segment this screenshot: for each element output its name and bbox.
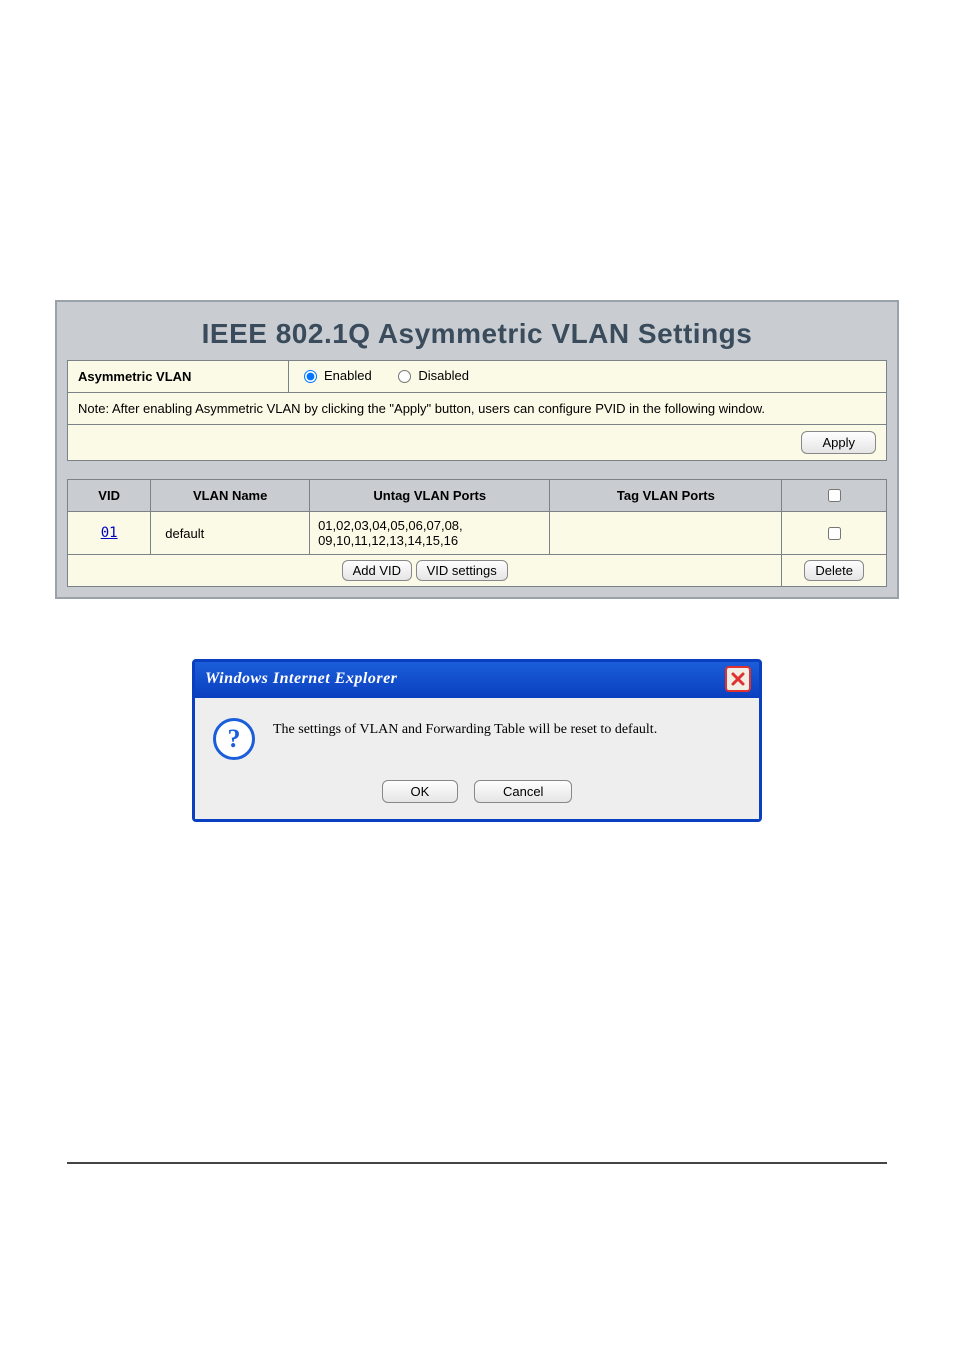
delete-button[interactable]: Delete bbox=[804, 560, 864, 581]
row-checkbox[interactable] bbox=[828, 527, 841, 540]
vlan-table: VID VLAN Name Untag VLAN Ports Tag VLAN … bbox=[67, 479, 887, 587]
enabled-radio[interactable] bbox=[304, 370, 317, 383]
close-icon[interactable] bbox=[725, 666, 751, 692]
action-row: Add VID VID settings Delete bbox=[68, 555, 887, 587]
asymmetric-label: Asymmetric VLAN bbox=[68, 361, 289, 393]
vid-settings-button[interactable]: VID settings bbox=[416, 560, 508, 581]
dialog-body: ? The settings of VLAN and Forwarding Ta… bbox=[195, 698, 759, 766]
asymmetric-settings-table: Asymmetric VLAN Enabled Disabled Note: A… bbox=[67, 360, 887, 461]
cell-name: default bbox=[151, 512, 310, 555]
col-tag: Tag VLAN Ports bbox=[550, 480, 782, 512]
ok-button[interactable]: OK bbox=[382, 780, 459, 803]
page-title: IEEE 802.1Q Asymmetric VLAN Settings bbox=[67, 310, 887, 360]
dialog-title-text: Windows Internet Explorer bbox=[205, 670, 397, 688]
question-icon: ? bbox=[213, 718, 255, 760]
col-vid: VID bbox=[68, 480, 151, 512]
footer-divider bbox=[67, 1162, 887, 1164]
asymmetric-radio-cell: Enabled Disabled bbox=[289, 361, 887, 393]
dialog-buttons: OK Cancel bbox=[195, 766, 759, 819]
col-name: VLAN Name bbox=[151, 480, 310, 512]
add-vid-button[interactable]: Add VID bbox=[342, 560, 412, 581]
cancel-button[interactable]: Cancel bbox=[474, 780, 572, 803]
col-select bbox=[782, 480, 887, 512]
select-all-checkbox[interactable] bbox=[828, 489, 841, 502]
col-untag: Untag VLAN Ports bbox=[310, 480, 550, 512]
dialog-titlebar: Windows Internet Explorer bbox=[195, 662, 759, 698]
vid-link[interactable]: 01 bbox=[101, 525, 118, 541]
cell-tag bbox=[550, 512, 782, 555]
confirm-dialog: Windows Internet Explorer ? The settings… bbox=[192, 659, 762, 822]
note-row: Note: After enabling Asymmetric VLAN by … bbox=[68, 393, 887, 425]
apply-row: Apply bbox=[68, 425, 887, 461]
cell-select bbox=[782, 512, 887, 555]
table-header-row: VID VLAN Name Untag VLAN Ports Tag VLAN … bbox=[68, 480, 887, 512]
asymmetric-row: Asymmetric VLAN Enabled Disabled bbox=[68, 361, 887, 393]
cell-vid: 01 bbox=[68, 512, 151, 555]
dialog-message: The settings of VLAN and Forwarding Tabl… bbox=[273, 718, 657, 738]
enabled-radio-label: Enabled bbox=[324, 368, 372, 383]
apply-button[interactable]: Apply bbox=[801, 431, 876, 454]
settings-panel: IEEE 802.1Q Asymmetric VLAN Settings Asy… bbox=[55, 300, 899, 599]
disabled-radio[interactable] bbox=[398, 370, 411, 383]
disabled-radio-label: Disabled bbox=[418, 368, 469, 383]
cell-untag: 01,02,03,04,05,06,07,08, 09,10,11,12,13,… bbox=[310, 512, 550, 555]
table-row: 01 default 01,02,03,04,05,06,07,08, 09,1… bbox=[68, 512, 887, 555]
note-text: Note: After enabling Asymmetric VLAN by … bbox=[68, 393, 887, 425]
